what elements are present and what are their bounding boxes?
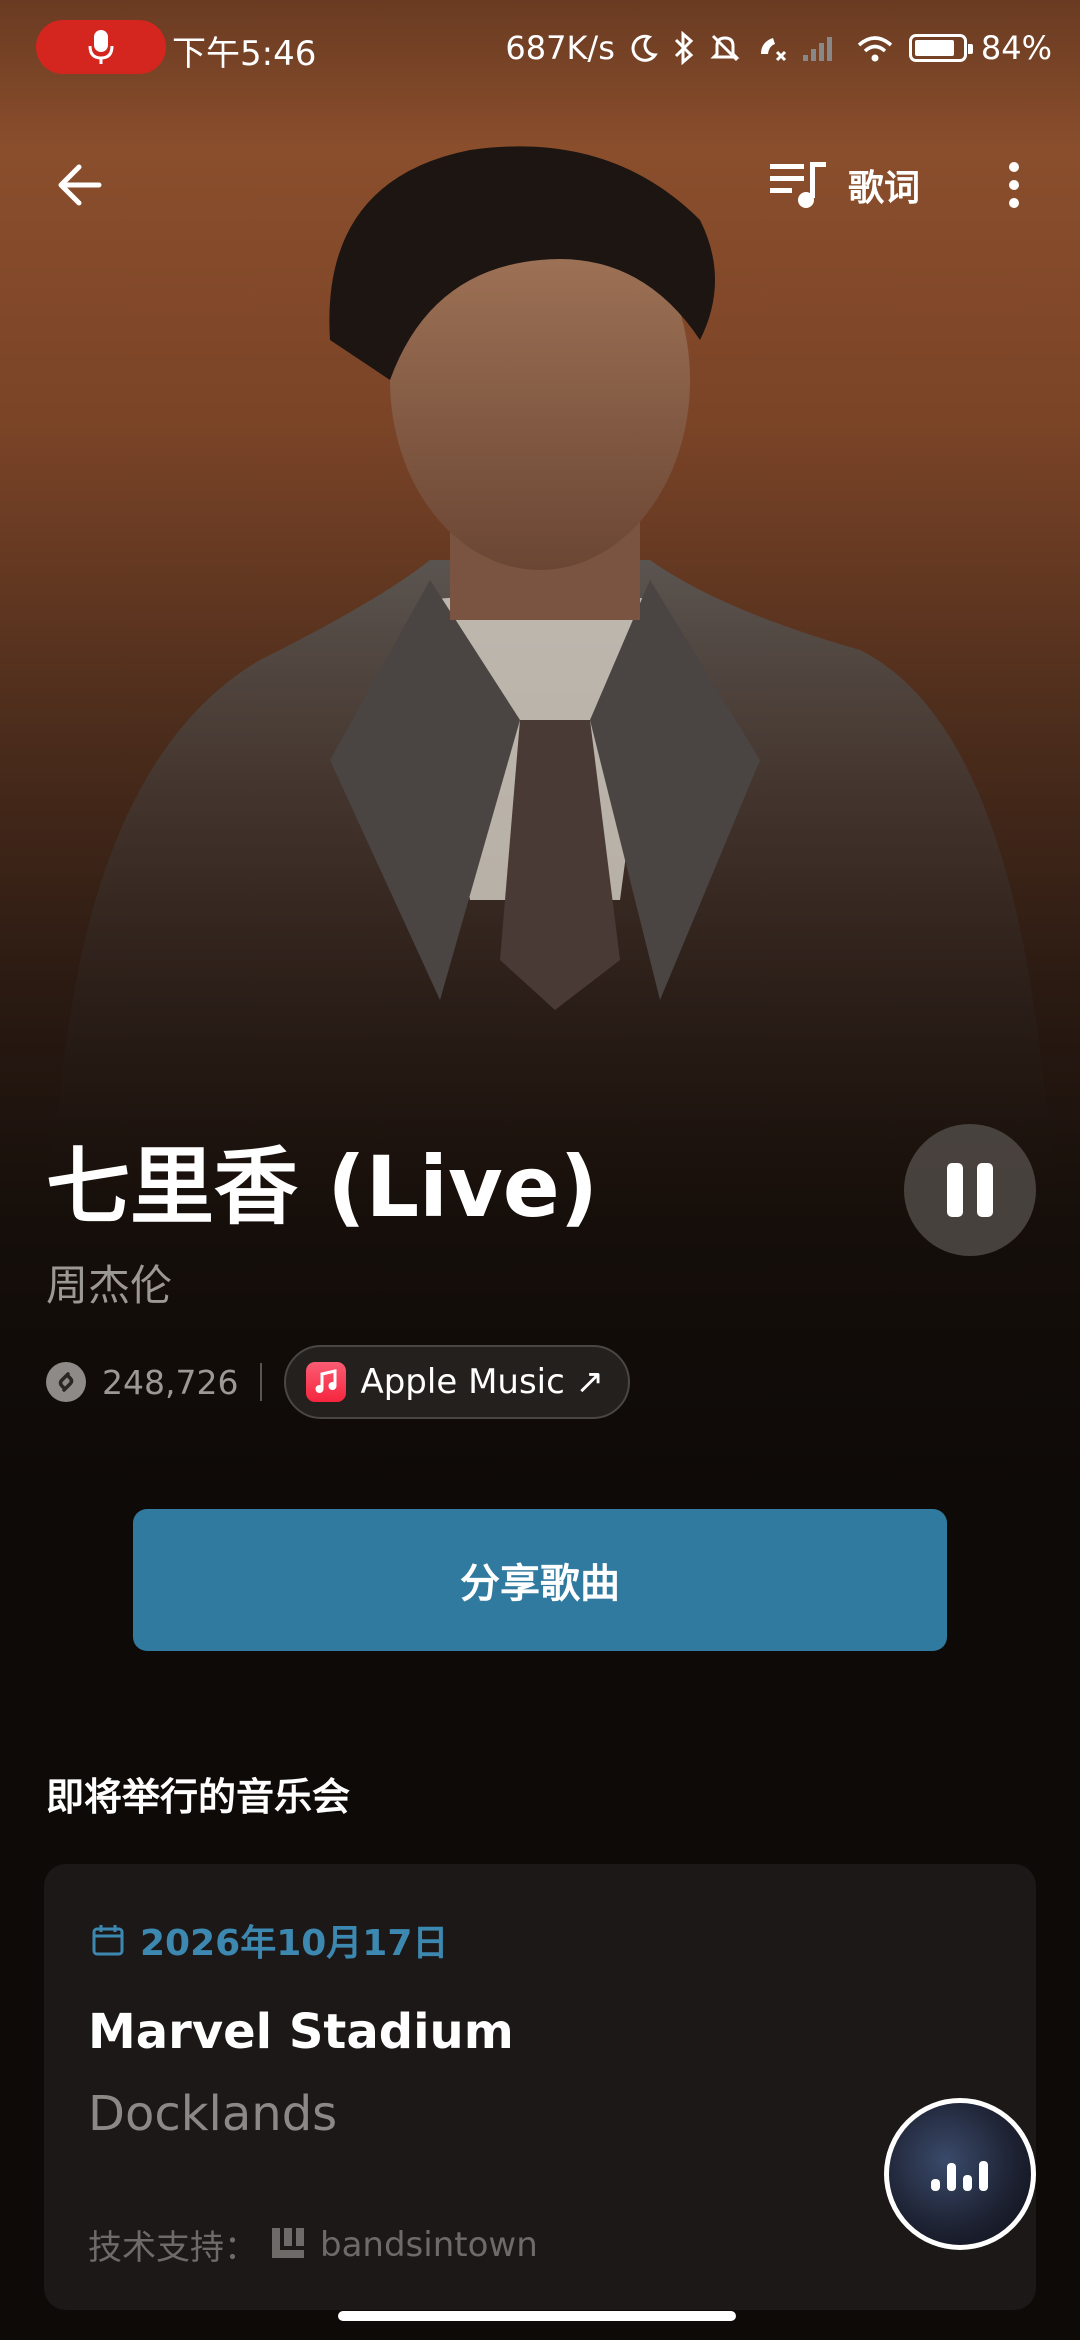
bluetooth-icon <box>674 31 694 65</box>
recording-indicator[interactable] <box>36 20 166 74</box>
shazam-count: 248,726 <box>102 1362 239 1402</box>
shazam-icon <box>46 1362 86 1402</box>
lyrics-icon <box>770 162 826 208</box>
battery-icon <box>908 34 973 62</box>
microphone-icon <box>88 30 114 64</box>
concert-venue: Marvel Stadium <box>88 2004 514 2060</box>
share-song-label: 分享歌曲 <box>460 1561 620 1607</box>
song-artist[interactable]: 周杰伦 <box>46 1252 172 1313</box>
home-indicator[interactable] <box>338 2311 736 2321</box>
concert-date-text: 2026年10月17日 <box>140 1923 449 1964</box>
powered-by: 技术支持： bandsintown <box>88 2220 538 2269</box>
network-speed: 687K/s <box>505 29 615 67</box>
lyrics-button[interactable]: 歌词 <box>766 150 920 220</box>
concert-card[interactable]: 2026年10月17日 Marvel Stadium Docklands 技术支… <box>44 1864 1036 2310</box>
mute-bell-icon <box>710 34 740 62</box>
concert-date: 2026年10月17日 <box>90 1914 448 1966</box>
share-song-button[interactable]: 分享歌曲 <box>133 1509 947 1651</box>
apple-music-button[interactable]: Apple Music ↗ <box>284 1345 631 1419</box>
calendar-icon <box>92 1925 124 1956</box>
more-options-button[interactable] <box>990 150 1038 220</box>
signal-icon <box>802 37 832 61</box>
bandsintown-logo-icon <box>272 2227 304 2258</box>
phone-icon <box>760 38 786 62</box>
pause-icon <box>947 1163 963 1217</box>
apple-music-icon <box>306 1362 347 1402</box>
audio-bars-icon <box>931 2161 988 2191</box>
back-arrow-icon <box>58 164 102 206</box>
lyrics-label: 歌词 <box>848 168 921 209</box>
upcoming-concerts-title: 即将举行的音乐会 <box>46 1775 351 1819</box>
wifi-icon <box>857 36 893 62</box>
back-button[interactable] <box>44 150 114 220</box>
battery-percent: 84% <box>980 29 1052 67</box>
powered-by-label: 技术支持： <box>88 2228 258 2268</box>
song-title: 七里香 (Live) <box>46 1138 599 1236</box>
more-vertical-icon <box>1009 162 1019 208</box>
divider <box>260 1363 263 1401</box>
status-bar: 下午5:46 687K/s 84% <box>0 0 1080 96</box>
song-meta-row: 248,726 Apple Music ↗ <box>46 1344 631 1420</box>
apple-music-label: Apple Music ↗ <box>360 1362 605 1402</box>
bandsintown-name: bandsintown <box>320 2224 538 2265</box>
status-time: 下午5:46 <box>172 34 317 74</box>
moon-icon <box>631 34 658 62</box>
shazam-listen-button[interactable] <box>884 2098 1036 2250</box>
pause-button[interactable] <box>904 1124 1036 1256</box>
concert-city: Docklands <box>88 2086 338 2142</box>
status-icons: 687K/s 84% <box>505 22 1052 74</box>
